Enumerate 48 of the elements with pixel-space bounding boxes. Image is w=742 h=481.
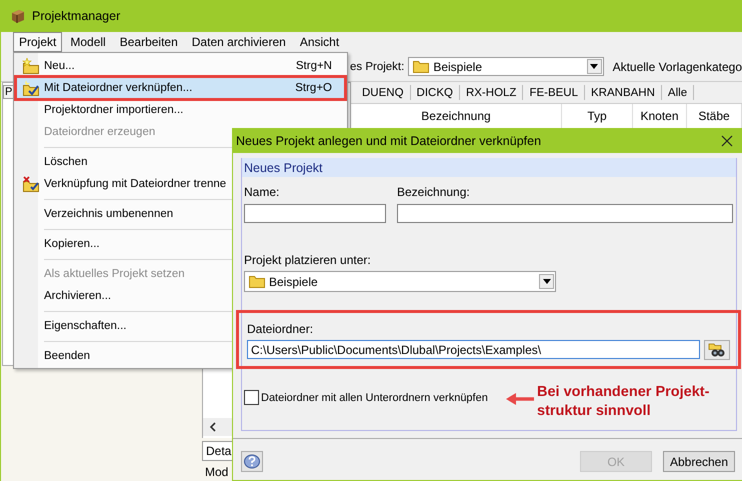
menu-item[interactable]: Neu... Strg+N bbox=[16, 55, 345, 77]
group-title: Neues Projekt bbox=[242, 158, 736, 177]
field-label: Name: bbox=[244, 185, 280, 199]
project-dropdown[interactable]: Beispiele bbox=[408, 57, 604, 76]
window-title: Projektmanager bbox=[32, 9, 120, 23]
name-field[interactable] bbox=[244, 204, 386, 223]
folder-icon bbox=[249, 275, 265, 288]
dialog-button[interactable]: Abbrechen bbox=[663, 451, 735, 472]
binoculars-icon bbox=[708, 342, 726, 358]
category-tab[interactable]: DICKQ bbox=[410, 85, 460, 100]
menu-bar-item[interactable]: Projekt bbox=[13, 32, 62, 52]
menu-bar-item[interactable]: Modell bbox=[64, 32, 112, 52]
help-icon bbox=[243, 454, 261, 470]
annotation-text: Bei vorhandener Projekt- struktur sinnvoll bbox=[537, 383, 710, 421]
close-icon[interactable] bbox=[721, 135, 733, 147]
menu-bar-item[interactable]: Daten archivieren bbox=[186, 32, 292, 52]
place-dropdown[interactable]: Beispiele bbox=[244, 271, 556, 292]
category-tab[interactable]: KRANBAHN bbox=[585, 85, 662, 100]
panel-text: Mod bbox=[204, 464, 230, 479]
project-label: es Projekt: bbox=[350, 60, 404, 72]
folder-path-field[interactable]: C:\Users\Public\Documents\Dlubal\Projects\Examples\ bbox=[247, 340, 700, 359]
dropdown-arrow-icon bbox=[590, 64, 598, 69]
folder-cross-icon bbox=[22, 176, 40, 192]
category-tab[interactable]: RX-HOLZ bbox=[460, 85, 524, 100]
dialog-title: Neues Projekt anlegen und mit Dateiordner verknüpfen bbox=[236, 134, 542, 148]
checkbox-label: Dateiordner mit allen Unterordnern verknüpfen bbox=[261, 392, 488, 404]
field-label: Projekt platzieren unter: bbox=[244, 253, 372, 267]
field-label: Dateiordner: bbox=[247, 322, 314, 336]
panel-tab[interactable]: P bbox=[3, 85, 14, 99]
browse-button[interactable] bbox=[704, 340, 730, 360]
folder-icon bbox=[413, 60, 430, 73]
designation-field[interactable] bbox=[397, 204, 733, 223]
dropdown-arrow-icon bbox=[542, 279, 550, 284]
menu-bar-item[interactable]: Bearbeiten bbox=[114, 32, 184, 52]
menu-item[interactable]: Projektordner importieren... bbox=[16, 99, 345, 121]
checkbox[interactable] bbox=[244, 390, 259, 405]
menu-item[interactable]: Mit Dateiordner verknüpfen... Strg+O bbox=[16, 77, 345, 99]
box-icon bbox=[10, 8, 26, 24]
help-button[interactable] bbox=[241, 451, 263, 472]
arrow-icon bbox=[505, 392, 535, 406]
category-label: Aktuelle Vorlagenkatego bbox=[612, 60, 742, 74]
category-tab[interactable]: FE-BEUL bbox=[523, 85, 586, 100]
category-tab[interactable]: Alle bbox=[662, 85, 694, 100]
menu-bar-item[interactable]: Ansicht bbox=[294, 32, 346, 52]
category-tab[interactable]: DUENQ bbox=[356, 85, 411, 100]
field-label: Bezeichnung: bbox=[397, 185, 471, 199]
new-folder-icon bbox=[22, 58, 40, 74]
folder-check-icon bbox=[22, 80, 40, 96]
